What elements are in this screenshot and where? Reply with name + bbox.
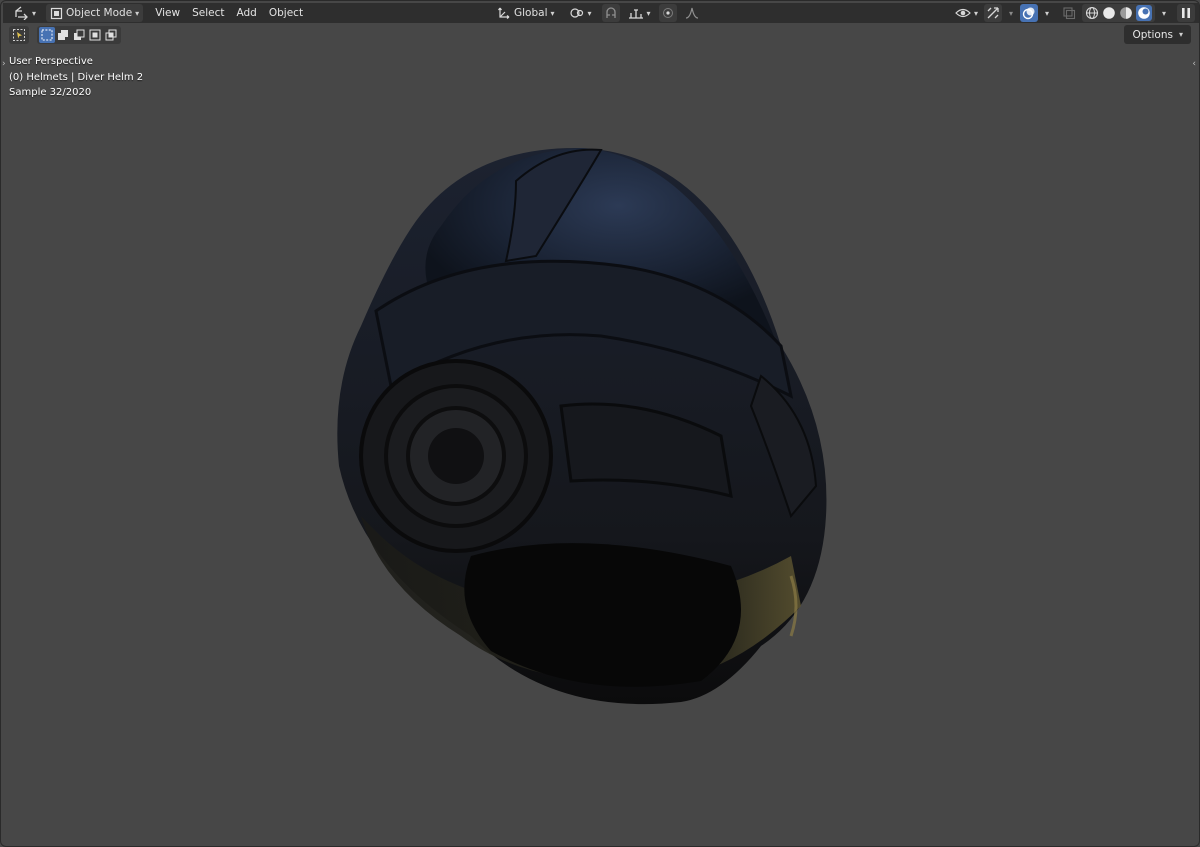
overlays-toggle[interactable]: [1019, 4, 1038, 22]
falloff-selector[interactable]: [683, 4, 701, 22]
3d-viewport[interactable]: ▾ Object Mode ▾ View Select Add Object G…: [0, 0, 1200, 847]
tool-settings-row: [9, 25, 121, 45]
shading-rendered-icon[interactable]: [1135, 5, 1152, 21]
xray-toggle[interactable]: [1060, 4, 1078, 22]
chevron-down-icon[interactable]: ▾: [1006, 9, 1016, 18]
snap-icon: [604, 6, 618, 20]
transform-orientation-label: Global: [514, 7, 548, 19]
xray-icon: [1062, 6, 1076, 20]
mode-selector[interactable]: Object Mode ▾: [46, 4, 144, 22]
invert-selection-icon: [89, 29, 101, 41]
options-label: Options: [1132, 28, 1173, 41]
chevron-down-icon: ▾: [32, 8, 37, 18]
object-mode-icon: [50, 7, 63, 20]
subtract-selection-icon: [73, 29, 85, 41]
pivot-point-selector[interactable]: ▾: [565, 4, 596, 22]
active-object-text: (0) Helmets | Diver Helm 2: [9, 71, 144, 83]
sidebar-expand-arrow-icon[interactable]: ‹: [1192, 59, 1196, 69]
helmet-model-render[interactable]: [321, 136, 851, 716]
proportional-editing-icon: [662, 7, 674, 19]
snap-target-icon: [628, 6, 644, 20]
render-sample-text: Sample 32/2020: [9, 87, 92, 98]
select-tool-icon: [12, 28, 26, 42]
selection-mode-extend[interactable]: [55, 27, 71, 43]
selection-mode-intersect[interactable]: [103, 27, 119, 43]
shading-material-icon[interactable]: [1119, 6, 1133, 20]
editor-type-selector[interactable]: ▾: [9, 4, 40, 22]
object-transform-icon: [13, 6, 29, 20]
overlays-icon: [1022, 6, 1036, 20]
chevron-down-icon: ▾: [1178, 30, 1183, 39]
shading-wireframe-icon[interactable]: [1085, 6, 1099, 20]
pivot-point-icon: [569, 6, 585, 20]
chevron-down-icon[interactable]: ▾: [1159, 9, 1169, 18]
menu-view[interactable]: View: [149, 7, 186, 19]
chevron-down-icon[interactable]: ▾: [1042, 9, 1052, 18]
transform-orientation-selector[interactable]: Global ▾: [493, 4, 559, 22]
menu-add[interactable]: Add: [231, 7, 263, 19]
visibility-selector[interactable]: ▾: [953, 4, 980, 22]
snap-toggle[interactable]: [601, 4, 620, 22]
selection-mode-subtract[interactable]: [71, 27, 87, 43]
menu-object[interactable]: Object: [263, 7, 309, 19]
visibility-icon: [955, 6, 971, 20]
toolbar-expand-arrow-icon[interactable]: ›: [2, 59, 6, 69]
chevron-down-icon: ▾: [587, 8, 592, 18]
menu-select[interactable]: Select: [186, 7, 230, 19]
mode-label: Object Mode: [66, 7, 133, 19]
gizmo-toggle[interactable]: [983, 4, 1002, 22]
viewport-header: ▾ Object Mode ▾ View Select Add Object G…: [3, 3, 1199, 23]
selection-mode-invert[interactable]: [87, 27, 103, 43]
active-tool-button[interactable]: [9, 26, 29, 44]
falloff-icon: [685, 7, 699, 19]
snap-target-selector[interactable]: ▾: [626, 4, 653, 22]
selection-mode-group: [37, 26, 121, 44]
chevron-down-icon: ▾: [135, 8, 140, 18]
chevron-down-icon: ▾: [550, 8, 555, 18]
intersect-selection-icon: [105, 29, 117, 41]
view-perspective-text: User Perspective: [9, 56, 93, 67]
proportional-editing-toggle[interactable]: [658, 4, 677, 22]
selection-mode-new[interactable]: [39, 27, 55, 43]
shading-modes: [1081, 4, 1155, 22]
pause-render-button[interactable]: [1177, 4, 1195, 22]
chevron-down-icon: ▾: [973, 8, 978, 18]
options-button[interactable]: Options ▾: [1124, 25, 1191, 44]
shading-solid-icon[interactable]: [1102, 6, 1116, 20]
pause-icon: [1181, 7, 1191, 19]
viewport-info-overlay: User Perspective (0) Helmets | Diver Hel…: [9, 54, 143, 101]
chevron-down-icon: ▾: [646, 8, 651, 18]
new-selection-icon: [41, 29, 53, 41]
extend-selection-icon: [57, 29, 69, 41]
transform-orientation-icon: [497, 6, 511, 20]
gizmo-icon: [986, 6, 1000, 20]
